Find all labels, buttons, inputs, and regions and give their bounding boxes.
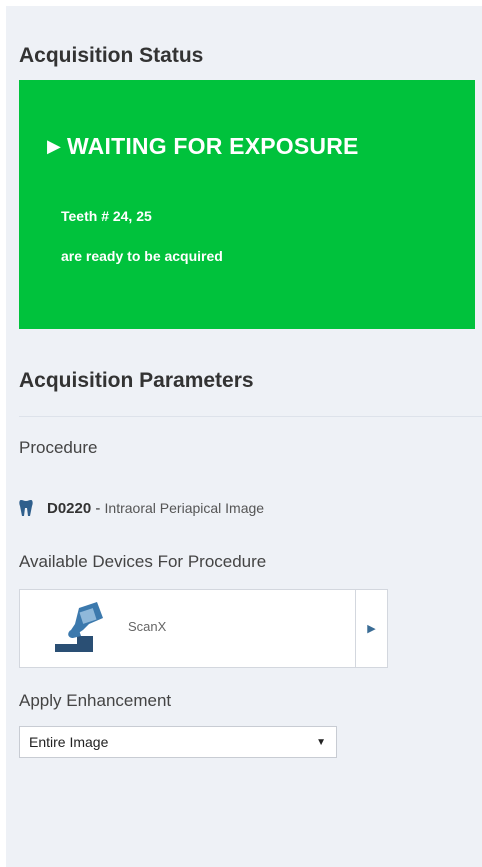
procedure-code: D0220 — [47, 499, 92, 517]
acquisition-status-title: Acquisition Status — [19, 44, 204, 67]
teeth-line: Teeth # 24, 25 — [61, 208, 152, 224]
procedure-row: D0220 - Intraoral Periapical Image — [19, 497, 264, 519]
procedure-label: Procedure — [19, 438, 98, 457]
enhancement-select[interactable]: Entire Image ▼ — [19, 726, 337, 758]
ready-line: are ready to be acquired — [61, 248, 223, 264]
available-devices-label: Available Devices For Procedure — [19, 552, 267, 571]
device-name: ScanX — [128, 619, 167, 634]
play-arrow-icon: ▶ — [47, 136, 62, 156]
chevron-down-icon: ▼ — [316, 736, 326, 748]
procedure-separator: - — [91, 499, 105, 517]
tooth-icon — [19, 500, 33, 516]
enhancement-select-value: Entire Image — [29, 734, 109, 750]
acquisition-panel: Acquisition Status ▶ WAITING FOR EXPOSURE… — [6, 6, 482, 867]
apply-enhancement-label: Apply Enhancement — [19, 691, 172, 710]
device-next-button[interactable]: ▶ — [355, 590, 387, 667]
device-card-scanx[interactable]: ScanX ▶ — [19, 589, 388, 668]
procedure-description: Intraoral Periapical Image — [104, 500, 265, 516]
section-divider — [19, 416, 482, 417]
status-headline-text: WAITING FOR EXPOSURE — [67, 133, 359, 159]
chevron-right-icon: ▶ — [367, 623, 376, 635]
acquisition-parameters-title: Acquisition Parameters — [19, 369, 254, 392]
scanner-icon — [55, 602, 103, 652]
acquisition-status-box: ▶ WAITING FOR EXPOSURE Teeth # 24, 25 are… — [19, 80, 475, 329]
status-headline: ▶ WAITING FOR EXPOSURE — [47, 133, 359, 160]
